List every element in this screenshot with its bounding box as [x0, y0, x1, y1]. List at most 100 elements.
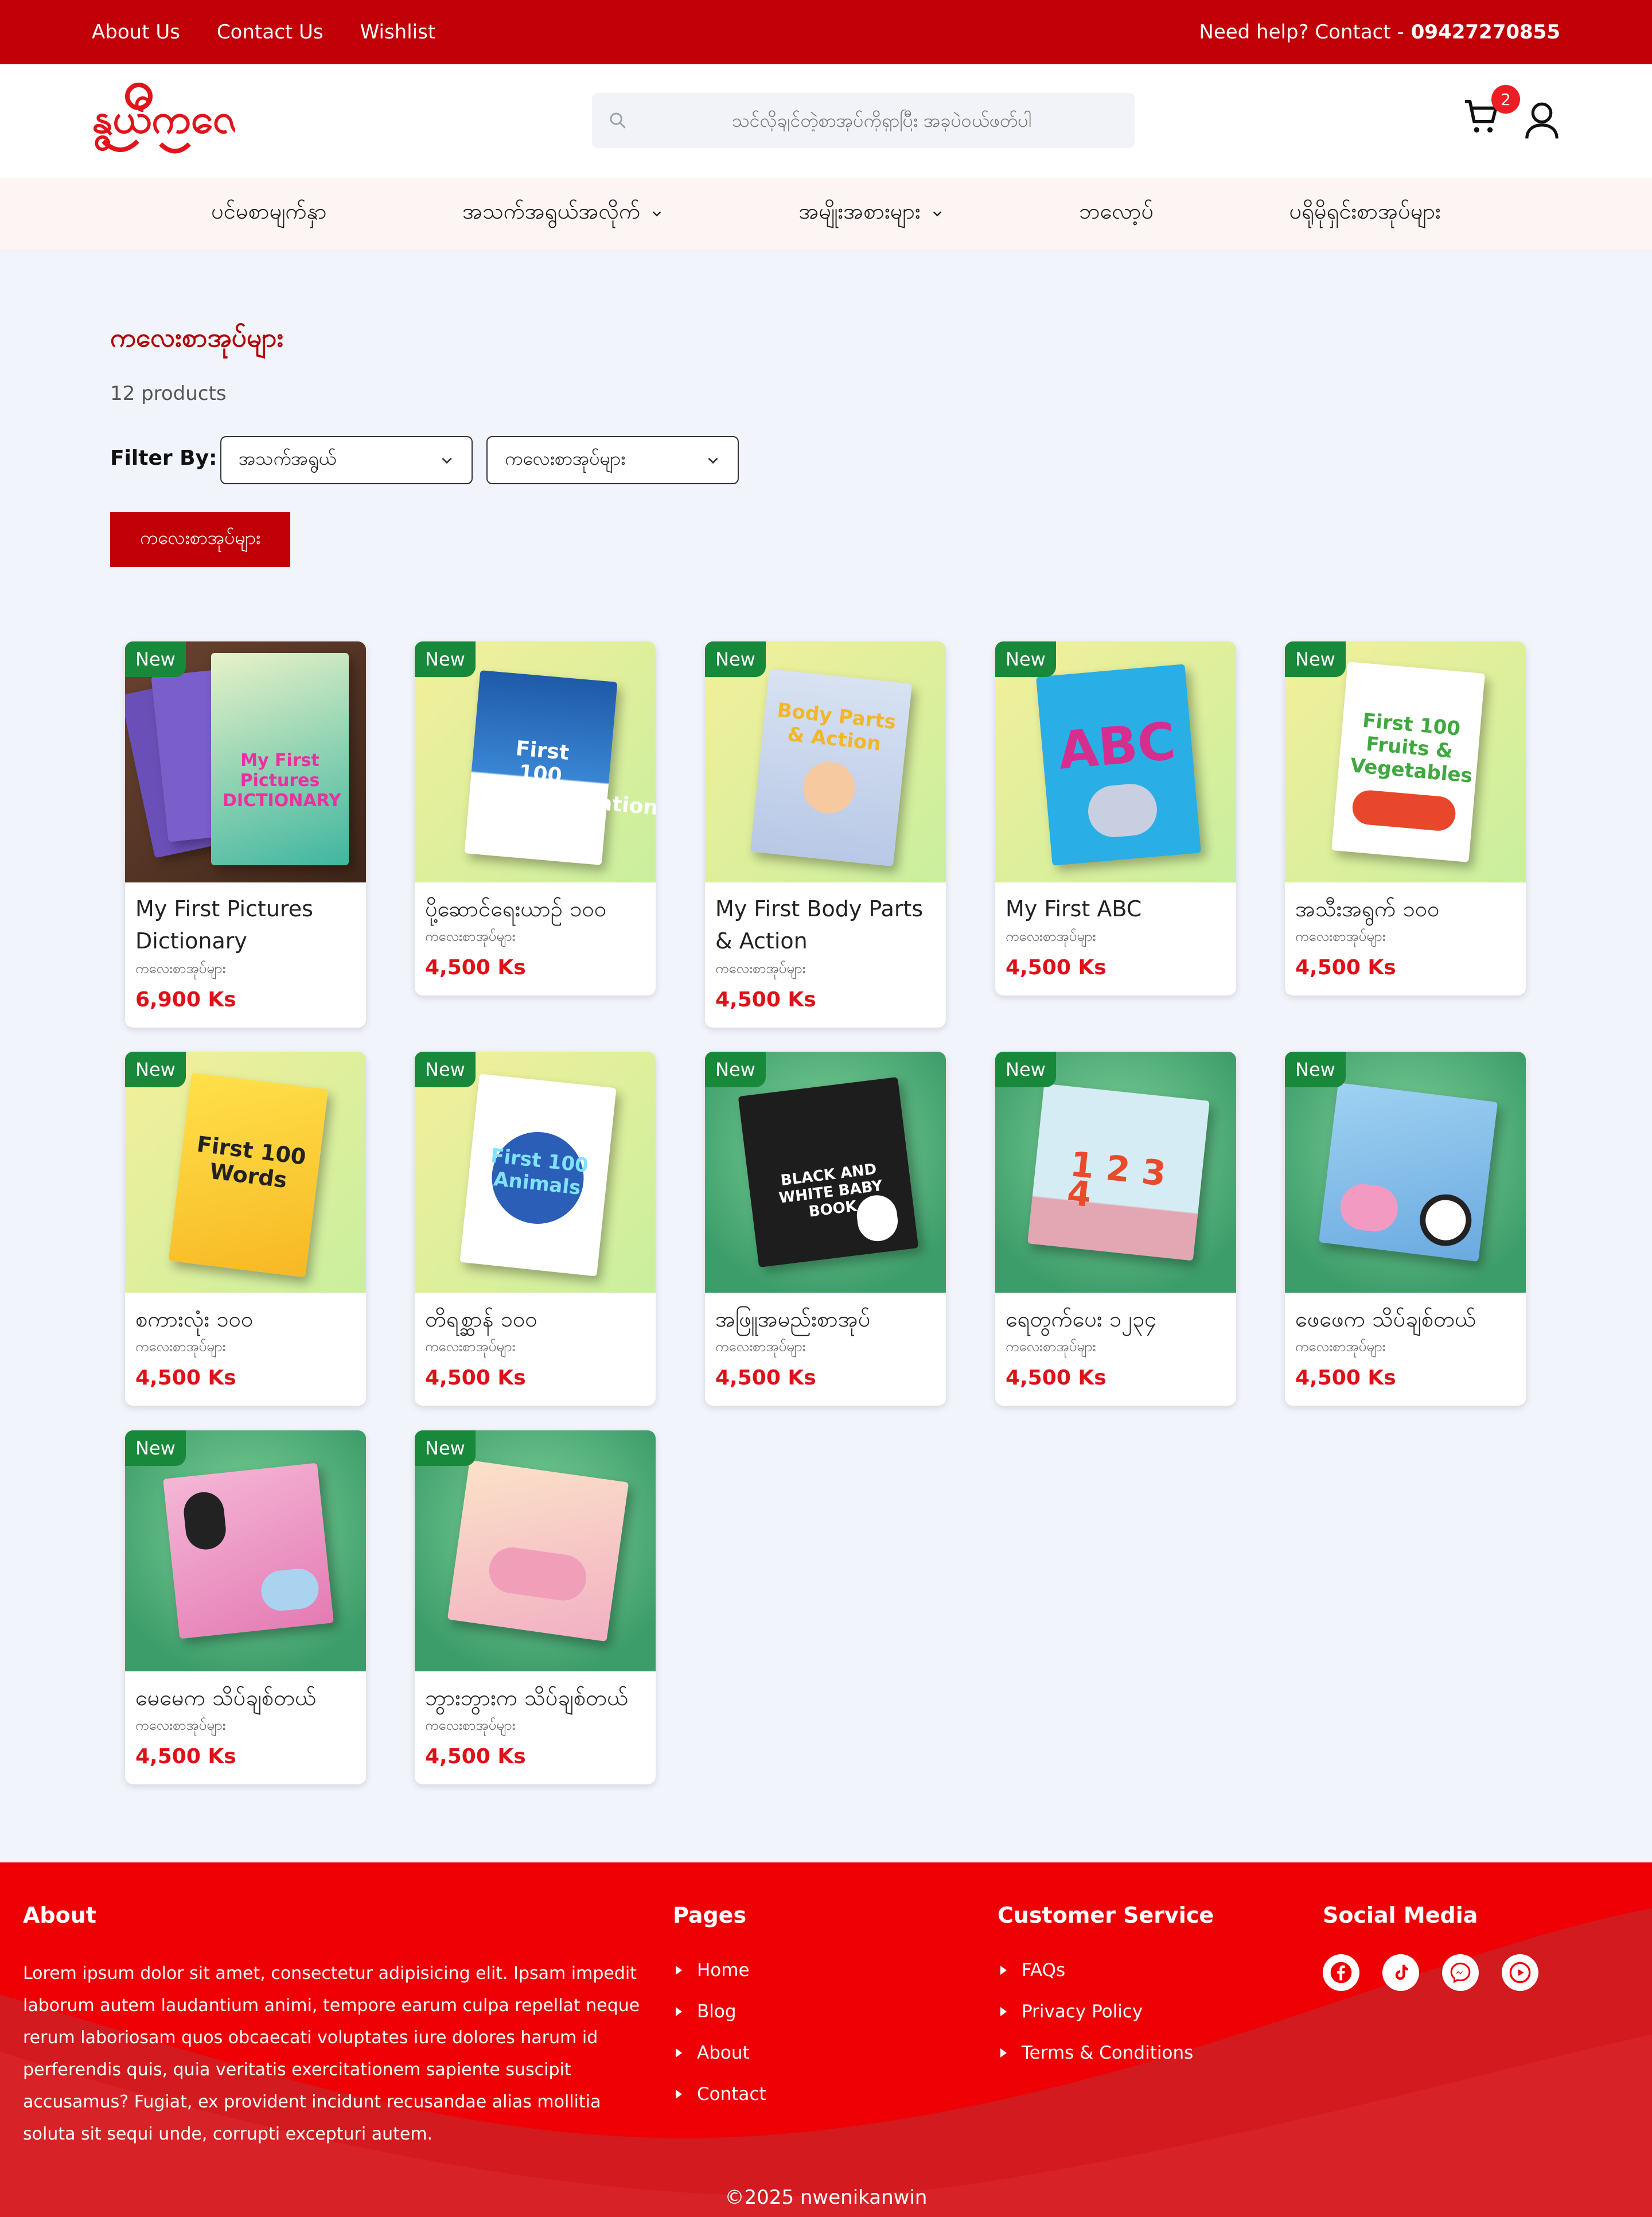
product-name[interactable]: မေမေက သိပ်ချစ်တယ် [135, 1682, 356, 1714]
top-bar: About Us Contact Us Wishlist Need help? … [0, 0, 1652, 64]
chevron-down-icon [933, 211, 941, 217]
search-input[interactable] [645, 110, 1119, 131]
category-filter-select[interactable]: ကလေးစာအုပ်များ [486, 436, 739, 484]
product-name[interactable]: ရေတွက်ပေး ၁၂၃၄ [1006, 1303, 1226, 1335]
age-filter-select[interactable]: အသက်အရွယ် [220, 436, 473, 484]
site-logo[interactable]: နွယ်ကလေး [92, 78, 260, 164]
footer-social-title: Social Media [1323, 1903, 1478, 1928]
product-image[interactable]: New 1 2 3 4 [995, 1052, 1236, 1293]
cart-count-badge: 2 [1491, 85, 1520, 114]
search-bar[interactable] [592, 93, 1135, 148]
product-name[interactable]: ဘွားဘွားက သိပ်ချစ်တယ် [425, 1682, 645, 1714]
contact-us-link[interactable]: Contact Us [217, 21, 324, 44]
wishlist-link[interactable]: Wishlist [360, 21, 436, 44]
youtube-icon[interactable] [1502, 1954, 1538, 1991]
product-category: ကလေးစာအုပ်များ [135, 960, 226, 977]
product-image[interactable]: New First 100 Words [125, 1052, 366, 1293]
footer-link-about[interactable]: About [676, 2032, 766, 2074]
product-card[interactable]: New ABC My First ABC ကလေးစာအုပ်များ 4,50… [995, 641, 1236, 995]
nav-item-blog[interactable]: ဘလော့ပ် [1079, 197, 1154, 230]
active-filter-chip[interactable]: ကလေးစာအုပ်များ [110, 512, 290, 567]
user-icon[interactable] [1524, 101, 1560, 140]
product-category: ကလေးစာအုပ်များ [1295, 1339, 1386, 1355]
footer-link-label: Home [697, 1960, 750, 1981]
chevron-down-icon [708, 457, 718, 464]
social-icons [1323, 1954, 1538, 1991]
product-name[interactable]: ပို့ဆောင်ရေးယာဉ် ၁၀၀ [425, 893, 645, 925]
product-name[interactable]: My First Body Parts & Action [715, 893, 936, 957]
product-image[interactable]: New My First Pictures DICTIONARY [125, 641, 366, 882]
footer-link-home[interactable]: Home [676, 1950, 766, 1991]
product-name[interactable]: My First ABC [1006, 893, 1226, 925]
nav-item-home[interactable]: ပင်မစာမျက်နှာ [211, 197, 327, 230]
caret-right-icon [676, 2090, 682, 2099]
product-name[interactable]: တိရစ္ဆာန် ၁၀၀ [425, 1303, 645, 1335]
product-name[interactable]: စကားလုံး ၁၀၀ [135, 1303, 356, 1335]
product-card[interactable]: New First 100 Animals တိရစ္ဆာန် ၁၀၀ ကလေး… [415, 1052, 656, 1406]
nav-item-age[interactable]: အသက်အရွယ်အလိုက် [462, 197, 663, 230]
nav-item-label: ပရိုမိုရှင်းစာအုပ်များ [1289, 199, 1441, 224]
footer-link-privacy[interactable]: Privacy Policy [1000, 1991, 1193, 2032]
product-image[interactable]: New [1285, 1052, 1526, 1293]
product-card[interactable]: New Body Parts & Action My First Body Pa… [705, 641, 946, 1028]
product-card[interactable]: New First 100 Words စကားလုံး ၁၀၀ ကလေးစာအ… [125, 1052, 366, 1406]
product-image[interactable]: New First 100 Animals [415, 1052, 656, 1293]
product-name[interactable]: အသီးအရွက် ၁၀၀ [1295, 893, 1515, 925]
product-price: 4,500 Ks [1295, 1366, 1396, 1390]
product-card[interactable]: New မေမေက သိပ်ချစ်တယ် ကလေးစာအုပ်များ 4,5… [125, 1430, 366, 1784]
product-card[interactable]: New 1 2 3 4 ရေတွက်ပေး ၁၂၃၄ ကလေးစာအုပ်မျာ… [995, 1052, 1236, 1406]
product-price: 6,900 Ks [135, 988, 236, 1012]
product-image[interactable]: New [125, 1430, 366, 1671]
product-price: 4,500 Ks [425, 1366, 526, 1390]
product-price: 4,500 Ks [1295, 956, 1396, 979]
product-count: 12 products [110, 382, 227, 405]
product-category: ကလေးစာအုပ်များ [425, 1717, 516, 1733]
about-us-link[interactable]: About Us [92, 21, 180, 44]
product-card[interactable]: New ဘွားဘွားက သိပ်ချစ်တယ် ကလေးစာအုပ်များ… [415, 1430, 656, 1784]
product-name[interactable]: ဖေဖေက သိပ်ချစ်တယ် [1295, 1303, 1515, 1335]
caret-right-icon [1000, 1966, 1007, 1975]
product-image[interactable]: New BLACK AND WHITE BABY BOOK [705, 1052, 946, 1293]
help-phone[interactable]: 09427270855 [1411, 21, 1560, 44]
nav-item-promotions[interactable]: ပရိုမိုရှင်းစာအုပ်များ [1289, 197, 1441, 230]
product-name[interactable]: My First Pictures Dictionary [135, 893, 356, 957]
product-category: ကလေးစာအုပ်များ [135, 1339, 226, 1355]
footer-link-blog[interactable]: Blog [676, 1991, 766, 2032]
facebook-icon[interactable] [1323, 1954, 1359, 1991]
site-header: နွယ်ကလေး 2 [0, 64, 1652, 178]
product-image[interactable]: New First 100 Transportation [415, 641, 656, 882]
product-image[interactable]: New [415, 1430, 656, 1671]
category-filter-value: ကလေးစာအုပ်များ [505, 448, 626, 469]
chevron-down-icon [652, 211, 661, 217]
product-price: 4,500 Ks [425, 956, 526, 979]
footer-link-contact[interactable]: Contact [676, 2074, 766, 2115]
footer-link-label: Contact [697, 2084, 766, 2105]
footer-about-text: Lorem ipsum dolor sit amet, consectetur … [23, 1963, 640, 2144]
product-category: ကလေးစာအုပ်များ [1006, 1339, 1096, 1355]
product-image[interactable]: New Body Parts & Action [705, 641, 946, 882]
cover-title: First 100 Transportation [485, 737, 656, 820]
product-image[interactable]: New ABC [995, 641, 1236, 882]
product-price: 4,500 Ks [135, 1745, 236, 1768]
product-card[interactable]: New First 100 Fruits & Vegetables အသီးအရ… [1285, 641, 1526, 995]
product-price: 4,500 Ks [425, 1745, 526, 1768]
age-filter-value: အသက်အရွယ် [239, 448, 337, 469]
footer-link-label: About [697, 2043, 750, 2063]
footer-link-terms[interactable]: Terms & Conditions [1000, 2032, 1193, 2074]
caret-right-icon [1000, 2048, 1007, 2057]
footer-link-label: Terms & Conditions [1022, 2043, 1194, 2063]
search-icon [610, 112, 626, 129]
messenger-icon[interactable] [1442, 1954, 1479, 1991]
product-card[interactable]: New ဖေဖေက သိပ်ချစ်တယ် ကလေးစာအုပ်များ 4,5… [1285, 1052, 1526, 1406]
product-category: ကလေးစာအုပ်များ [425, 1339, 516, 1355]
product-card[interactable]: New My First Pictures DICTIONARY My Firs… [125, 641, 366, 1028]
product-card[interactable]: New First 100 Transportation ပို့ဆောင်ရေ… [415, 641, 656, 995]
product-name[interactable]: အဖြူအမည်းစာအုပ် [715, 1303, 936, 1335]
nav-item-categories[interactable]: အမျိုးအစားများ [799, 197, 944, 230]
product-image[interactable]: New First 100 Fruits & Vegetables [1285, 641, 1526, 882]
new-badge: New [125, 641, 186, 677]
product-card[interactable]: New BLACK AND WHITE BABY BOOK အဖြူအမည်းစ… [705, 1052, 946, 1406]
filter-label: Filter By: [110, 446, 217, 470]
tiktok-icon[interactable] [1382, 1954, 1419, 1991]
footer-link-faqs[interactable]: FAQs [1000, 1950, 1193, 1991]
